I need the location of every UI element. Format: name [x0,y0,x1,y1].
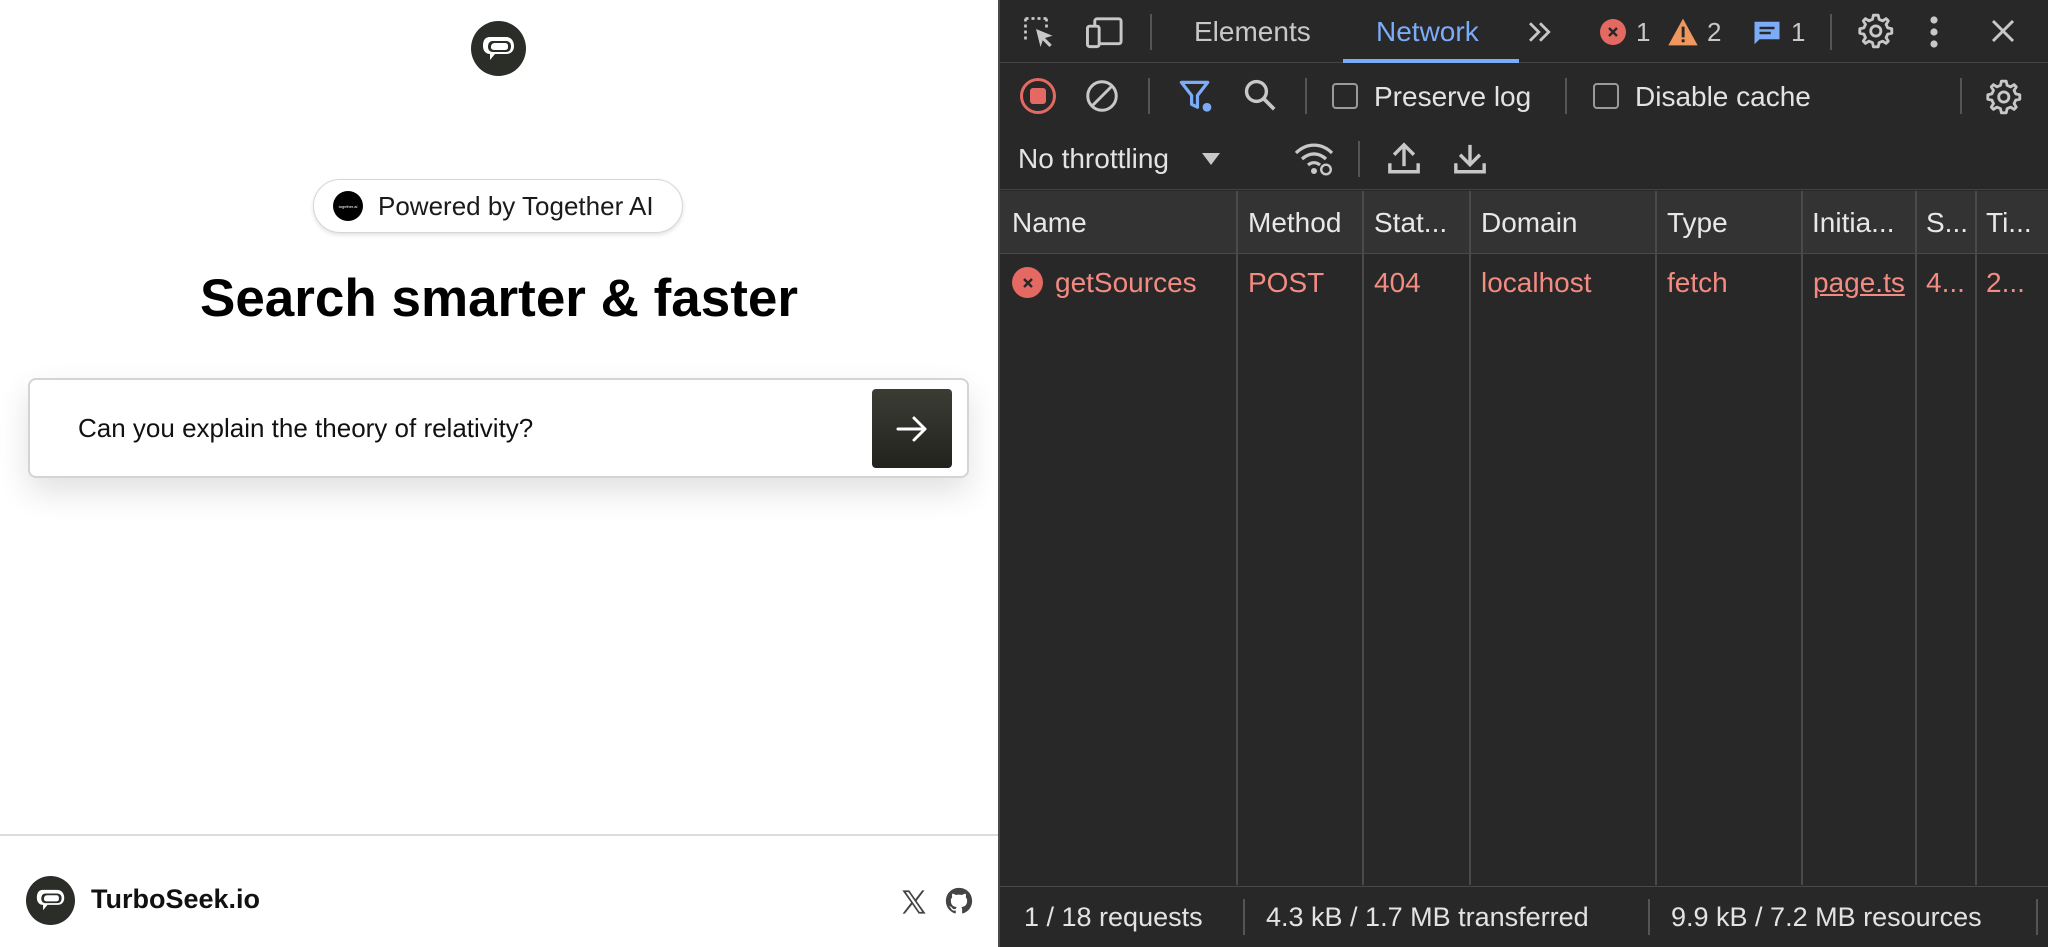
disable-cache-checkbox[interactable] [1593,83,1619,109]
import-har-icon[interactable] [1387,140,1421,178]
chat-logo-icon[interactable] [471,21,526,76]
search-input[interactable]: Can you explain the theory of relativity… [78,380,533,476]
network-settings-gear-icon[interactable] [1984,78,2022,116]
column-domain[interactable]: Domain [1481,191,1641,254]
request-count: 1 / 18 requests [1024,902,1203,932]
app-page: together.ai Powered by Together AI Searc… [0,0,998,947]
together-ai-logo-icon: together.ai [333,191,363,221]
column-time[interactable]: Ti... [1986,191,2046,254]
request-error-icon [1012,267,1043,298]
devtools-main-toolbar: Elements Network 1 2 1 [1000,0,2048,63]
warning-count-icon[interactable] [1667,17,1699,47]
warning-count[interactable]: 2 [1707,17,1721,48]
page-title: Search smarter & faster [199,269,799,328]
cell-name[interactable]: getSources [1055,255,1233,311]
table-row[interactable]: getSources POST 404 localhost fetch page… [1000,255,2048,311]
preserve-log-label[interactable]: Preserve log [1374,81,1531,113]
brand-name[interactable]: TurboSeek.io [91,884,260,915]
transferred-size: 4.3 kB / 1.7 MB transferred [1266,902,1589,932]
network-status-bar: 1 / 18 requests 4.3 kB / 1.7 MB transfer… [1000,886,2048,947]
search-icon[interactable] [1243,78,1277,112]
arrow-right-icon [896,416,927,441]
column-initiator[interactable]: Initia... [1812,191,1912,254]
throttling-toolbar: No throttling [1000,128,2048,190]
column-size[interactable]: S... [1926,191,1976,254]
device-toolbar-icon[interactable] [1086,14,1124,50]
chevron-down-icon [1201,153,1220,165]
cell-size: 4... [1926,267,1965,298]
cell-status: 404 [1374,267,1421,298]
close-devtools-icon[interactable] [1988,16,2018,46]
tab-elements[interactable]: Elements [1194,0,1311,63]
message-count-icon[interactable] [1752,19,1782,47]
github-icon[interactable] [944,886,974,916]
throttling-select[interactable]: No throttling [1018,128,1221,190]
cell-time: 2... [1986,267,2025,298]
export-har-icon[interactable] [1453,140,1487,178]
column-method[interactable]: Method [1248,191,1368,254]
settings-gear-icon[interactable] [1856,12,1894,50]
error-count-icon[interactable] [1600,19,1626,45]
footer: TurboSeek.io [0,834,998,947]
search-box[interactable]: Can you explain the theory of relativity… [28,378,969,478]
message-count[interactable]: 1 [1791,17,1805,48]
network-conditions-icon[interactable] [1293,140,1335,178]
chat-logo-icon[interactable] [26,876,75,925]
x-twitter-icon[interactable] [900,888,928,916]
cell-type: fetch [1667,267,1728,298]
powered-by-label: Powered by Together AI [378,190,654,221]
column-status[interactable]: Stat... [1374,191,1474,254]
tab-network[interactable]: Network [1376,0,1479,63]
devtools-panel: Elements Network 1 2 1 Preserve log Disa… [998,0,2048,947]
clear-log-icon[interactable] [1084,78,1120,114]
active-tab-indicator [1343,59,1519,63]
submit-search-button[interactable] [872,389,952,468]
cell-method: POST [1248,267,1325,298]
disable-cache-label[interactable]: Disable cache [1635,81,1811,113]
column-name[interactable]: Name [1012,191,1172,254]
preserve-log-checkbox[interactable] [1332,83,1358,109]
more-tabs-icon[interactable] [1524,17,1556,47]
more-options-icon[interactable] [1928,14,1940,50]
record-stop-icon[interactable] [1020,78,1056,114]
column-type[interactable]: Type [1667,191,1787,254]
throttling-value: No throttling [1018,143,1169,174]
cell-domain: localhost [1481,267,1592,298]
error-count[interactable]: 1 [1636,17,1650,48]
requests-table-header: Name Method Stat... Domain Type Initia..… [1000,191,2048,254]
powered-by-badge[interactable]: together.ai Powered by Together AI [313,179,683,233]
network-toolbar: Preserve log Disable cache [1000,64,2048,128]
inspect-element-icon[interactable] [1021,14,1057,50]
cell-initiator-link[interactable]: page.ts [1813,255,1914,311]
filter-icon[interactable] [1178,78,1214,116]
resources-size: 9.9 kB / 7.2 MB resources [1671,902,1982,932]
